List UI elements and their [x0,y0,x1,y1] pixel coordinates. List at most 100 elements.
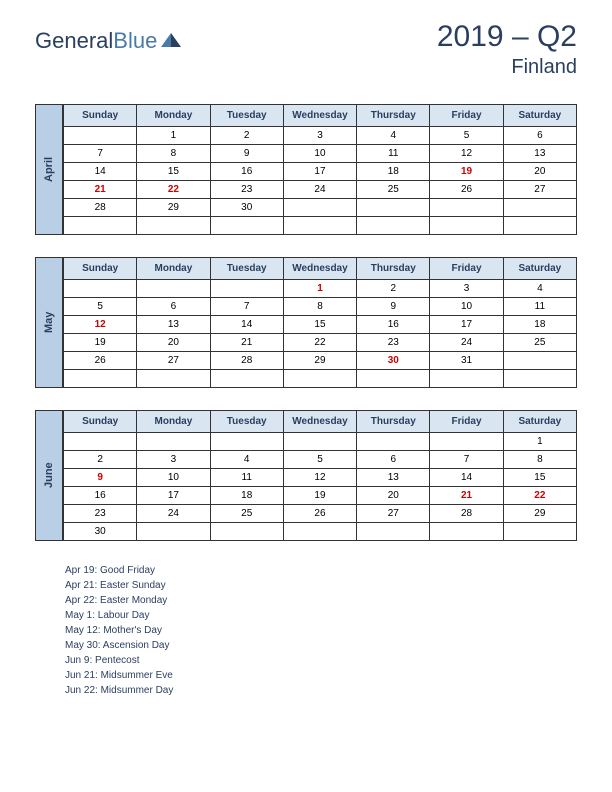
calendar-cell [137,280,210,298]
calendar-cell: 13 [357,469,430,487]
calendar-cell: 8 [503,451,576,469]
calendar-cell: 25 [503,334,576,352]
day-header: Saturday [503,105,576,127]
calendar-cell [283,199,356,217]
calendar-cell: 11 [210,469,283,487]
day-header: Sunday [64,105,137,127]
calendar-cell: 2 [357,280,430,298]
calendar-cell: 5 [64,298,137,316]
day-header: Sunday [64,411,137,433]
calendar-cell: 29 [283,352,356,370]
calendar-cell: 7 [64,145,137,163]
calendar-cell: 15 [283,316,356,334]
calendar-cell: 10 [430,298,503,316]
day-header: Thursday [357,411,430,433]
calendar-row: 1234 [64,280,577,298]
calendar-cell [503,352,576,370]
calendar-cell: 5 [283,451,356,469]
calendar-cell [503,370,576,388]
calendar-cell [283,370,356,388]
calendar-cell: 6 [503,127,576,145]
calendar-row: 567891011 [64,298,577,316]
calendar-cell [430,370,503,388]
holidays-list: Apr 19: Good FridayApr 21: Easter Sunday… [65,563,577,698]
calendar-cell: 23 [357,334,430,352]
calendar-cell: 24 [430,334,503,352]
calendar-cell: 19 [283,487,356,505]
calendar-cell: 25 [210,505,283,523]
month-label: June [35,410,63,541]
day-header: Tuesday [210,105,283,127]
calendar-cell [430,433,503,451]
calendar-cell [64,280,137,298]
calendar-cell: 11 [503,298,576,316]
calendar-cell: 21 [64,181,137,199]
day-header: Saturday [503,258,576,280]
calendar-cell: 15 [137,163,210,181]
calendar-cell: 29 [137,199,210,217]
day-header: Wednesday [283,105,356,127]
calendar-row: 78910111213 [64,145,577,163]
calendar-cell: 4 [357,127,430,145]
calendar-cell: 16 [64,487,137,505]
header: GeneralBlue 2019 – Q2 Finland [35,20,577,79]
day-header: Saturday [503,411,576,433]
calendar-cell: 26 [64,352,137,370]
holiday-item: May 30: Ascension Day [65,638,577,653]
calendar-cell: 10 [283,145,356,163]
logo-general: General [35,28,113,53]
calendar-cell: 16 [210,163,283,181]
day-header: Thursday [357,258,430,280]
calendar-cell: 18 [503,316,576,334]
day-header: Monday [137,411,210,433]
calendar-cell: 12 [430,145,503,163]
day-header: Friday [430,258,503,280]
calendar-row: 282930 [64,199,577,217]
calendar-row: 2345678 [64,451,577,469]
holiday-item: May 1: Labour Day [65,608,577,623]
calendar-cell: 20 [137,334,210,352]
day-header: Monday [137,258,210,280]
calendar-cell: 12 [64,316,137,334]
calendar-cell: 8 [137,145,210,163]
calendar-cell: 5 [430,127,503,145]
calendar-cell: 15 [503,469,576,487]
calendar-cell [137,370,210,388]
calendar-cell: 17 [283,163,356,181]
calendar-row [64,370,577,388]
calendar-cell: 30 [210,199,283,217]
holiday-item: Apr 21: Easter Sunday [65,578,577,593]
calendar-cell [503,523,576,541]
calendar-cell: 28 [210,352,283,370]
day-header: Thursday [357,105,430,127]
calendar-cell: 28 [430,505,503,523]
calendar-cell: 9 [210,145,283,163]
calendar-cell: 1 [503,433,576,451]
calendar-cell: 4 [503,280,576,298]
calendar-cell: 23 [64,505,137,523]
calendar-cell: 27 [137,352,210,370]
calendar-cell: 13 [503,145,576,163]
calendar-cell: 17 [137,487,210,505]
holiday-item: May 12: Mother's Day [65,623,577,638]
calendar-cell: 2 [64,451,137,469]
calendar-cell: 16 [357,316,430,334]
calendar-cell: 28 [64,199,137,217]
calendar-cell [283,523,356,541]
calendar-row: 30 [64,523,577,541]
calendar-cell: 9 [64,469,137,487]
calendar-cell: 2 [210,127,283,145]
calendar-cell [210,523,283,541]
calendar-cell: 22 [137,181,210,199]
calendar-cell: 27 [357,505,430,523]
calendar-cell: 22 [503,487,576,505]
country-name: Finland [437,56,577,79]
calendar-cell [210,370,283,388]
calendar-cell [503,199,576,217]
calendar-cell: 30 [64,523,137,541]
calendar-cell: 19 [430,163,503,181]
calendar-cell: 14 [210,316,283,334]
calendar-cell [210,433,283,451]
calendar-cell [283,217,356,235]
calendar-cell: 27 [503,181,576,199]
